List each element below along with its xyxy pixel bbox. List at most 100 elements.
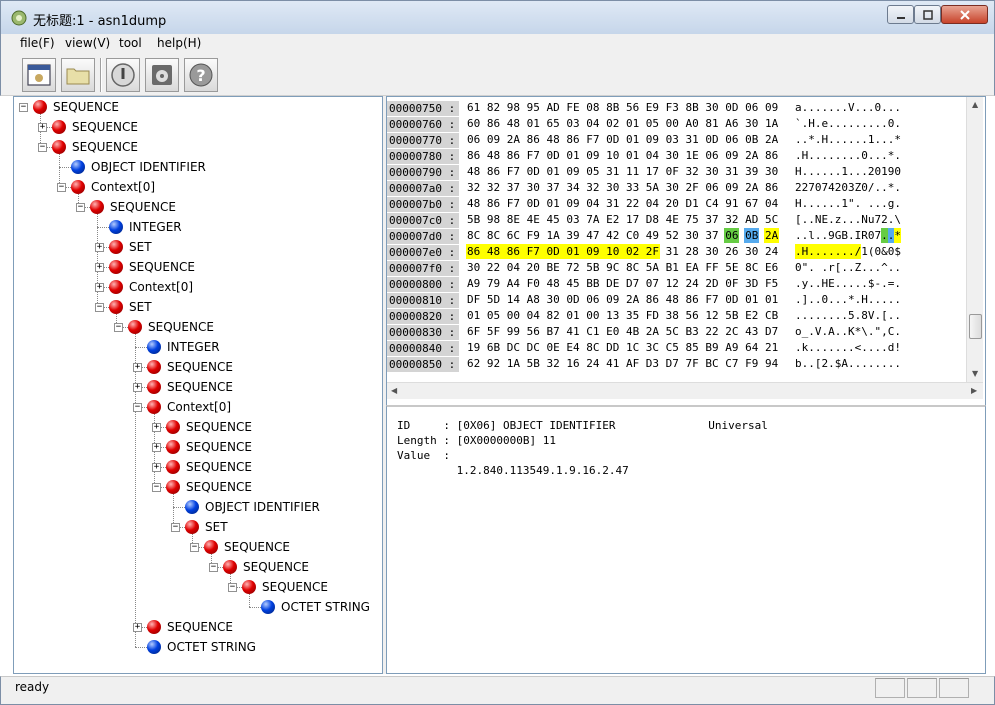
hex-row[interactable]: 00000770 : 06 09 2A 86 48 86 F7 0D 01 09 …	[387, 132, 967, 148]
hex-bytes[interactable]: 32 32 37 30 37 34 32 30 33 5A 30 2F 06 0…	[467, 180, 778, 196]
hex-ascii[interactable]: .k.......<....d!	[795, 340, 901, 356]
menu-help[interactable]: help(H)	[157, 36, 201, 50]
hex-bytes[interactable]: 48 86 F7 0D 01 09 05 31 11 17 0F 32 30 3…	[467, 164, 778, 180]
tree-node[interactable]: − Context[0]	[57, 177, 155, 197]
hex-bytes[interactable]: DF 5D 14 A8 30 0D 06 09 2A 86 48 86 F7 0…	[467, 292, 778, 308]
hex-ascii[interactable]: .H........0...*.	[795, 148, 901, 164]
expand-icon[interactable]: +	[95, 282, 104, 292]
hex-bytes[interactable]: 6F 5F 99 56 B7 41 C1 E0 4B 2A 5C B3 22 2…	[467, 324, 778, 340]
minimize-button[interactable]	[887, 5, 914, 24]
tree-node[interactable]: − Context[0]	[133, 397, 231, 417]
tree-node[interactable]: − SEQUENCE	[76, 197, 176, 217]
menu-file[interactable]: file(F)	[20, 36, 55, 50]
tree-node[interactable]: + SEQUENCE	[95, 257, 195, 277]
scroll-down-icon[interactable]: ▼	[972, 369, 978, 378]
hex-ascii[interactable]: H......1...20190	[795, 164, 901, 180]
hex-ascii[interactable]: .y..HE.....$-.=.	[795, 276, 901, 292]
hex-bytes[interactable]: 61 82 98 95 AD FE 08 8B 56 E9 F3 8B 30 0…	[467, 100, 778, 116]
tree-node[interactable]: − SEQUENCE	[19, 97, 119, 117]
tree-node[interactable]: + SEQUENCE	[38, 117, 138, 137]
expand-icon[interactable]: +	[152, 462, 161, 472]
expand-icon[interactable]: +	[38, 122, 47, 132]
tree-node[interactable]: + Context[0]	[95, 277, 193, 297]
tree-node[interactable]: INTEGER	[133, 337, 220, 357]
expand-icon[interactable]: +	[133, 382, 142, 392]
help-button[interactable]: ?	[184, 58, 218, 92]
hex-bytes[interactable]: 19 6B DC DC 0E E4 8C DD 1C 3C C5 85 B9 A…	[467, 340, 778, 356]
collapse-icon[interactable]: −	[19, 102, 28, 112]
hex-ascii[interactable]: 227074203Z0/..*.	[795, 180, 901, 196]
collapse-icon[interactable]: −	[76, 202, 85, 212]
tree-node[interactable]: + SEQUENCE	[133, 357, 233, 377]
collapse-icon[interactable]: −	[133, 402, 142, 412]
hex-bytes[interactable]: A9 79 A4 F0 48 45 BB DE D7 07 12 24 2D 0…	[467, 276, 778, 292]
expand-icon[interactable]: +	[133, 622, 142, 632]
scroll-up-icon[interactable]: ▲	[972, 100, 978, 109]
hex-row[interactable]: 00000840 : 19 6B DC DC 0E E4 8C DD 1C 3C …	[387, 340, 967, 356]
hex-row[interactable]: 00000820 : 01 05 00 04 82 01 00 13 35 FD …	[387, 308, 967, 324]
tree-node[interactable]: + SEQUENCE	[133, 377, 233, 397]
tree-node[interactable]: OBJECT IDENTIFIER	[57, 157, 206, 177]
tree-node[interactable]: − SEQUENCE	[114, 317, 214, 337]
hex-row[interactable]: 000007f0 : 30 22 04 20 BE 72 5B 9C 8C 5A …	[387, 260, 967, 276]
hex-row[interactable]: 00000810 : DF 5D 14 A8 30 0D 06 09 2A 86 …	[387, 292, 967, 308]
hex-row[interactable]: 00000760 : 60 86 48 01 65 03 04 02 01 05 …	[387, 116, 967, 132]
hex-bytes[interactable]: 86 48 86 F7 0D 01 09 10 01 04 30 1E 06 0…	[467, 148, 778, 164]
scroll-right-icon[interactable]: ▶	[971, 386, 977, 395]
tree-node[interactable]: − SEQUENCE	[38, 137, 138, 157]
hex-bytes[interactable]: 06 09 2A 86 48 86 F7 0D 01 09 03 31 0D 0…	[467, 132, 778, 148]
hex-bytes[interactable]: 60 86 48 01 65 03 04 02 01 05 00 A0 81 A…	[467, 116, 778, 132]
hex-view[interactable]: 00000750 : 61 82 98 95 AD FE 08 8B 56 E9 …	[386, 96, 986, 405]
collapse-icon[interactable]: −	[190, 542, 199, 552]
collapse-icon[interactable]: −	[209, 562, 218, 572]
collapse-icon[interactable]: −	[152, 482, 161, 492]
tree-node[interactable]: + SEQUENCE	[133, 617, 233, 637]
tree-node[interactable]: − SEQUENCE	[209, 557, 309, 577]
hex-ascii[interactable]: ..*.H......1...*	[795, 132, 901, 148]
tree-node[interactable]: + SEQUENCE	[152, 417, 252, 437]
expand-icon[interactable]: +	[95, 262, 104, 272]
maximize-button[interactable]	[914, 5, 941, 24]
tree-node[interactable]: − SEQUENCE	[228, 577, 328, 597]
hex-row[interactable]: 00000780 : 86 48 86 F7 0D 01 09 10 01 04 …	[387, 148, 967, 164]
hex-horizontal-scrollbar[interactable]: ◀ ▶	[387, 382, 983, 399]
hex-ascii[interactable]: .]..0...*.H.....	[795, 292, 901, 308]
collapse-icon[interactable]: −	[57, 182, 66, 192]
collapse-icon[interactable]: −	[114, 322, 123, 332]
disk-button[interactable]	[145, 58, 179, 92]
tree-node[interactable]: − SET	[95, 297, 152, 317]
hex-row[interactable]: 000007b0 : 48 86 F7 0D 01 09 04 31 22 04 …	[387, 196, 967, 212]
view-button[interactable]	[22, 58, 56, 92]
hex-row[interactable]: 000007d0 : 8C 8C 6C F9 1A 39 47 42 C0 49 …	[387, 228, 967, 244]
menu-view[interactable]: view(V)	[65, 36, 110, 50]
hex-row[interactable]: 00000790 : 48 86 F7 0D 01 09 05 31 11 17 …	[387, 164, 967, 180]
hex-ascii[interactable]: .H......./1(0&0$	[795, 244, 901, 260]
hex-bytes[interactable]: 62 92 1A 5B 32 16 24 41 AF D3 D7 7F BC C…	[467, 356, 778, 372]
expand-icon[interactable]: +	[95, 242, 104, 252]
collapse-icon[interactable]: −	[38, 142, 47, 152]
power-button[interactable]	[106, 58, 140, 92]
hex-ascii[interactable]: H......1". ...g.	[795, 196, 901, 212]
hex-row[interactable]: 000007c0 : 5B 98 8E 4E 45 03 7A E2 17 D8 …	[387, 212, 967, 228]
tree-node[interactable]: − SEQUENCE	[152, 477, 252, 497]
hex-ascii[interactable]: ..l..9GB.IR07..*	[795, 228, 901, 244]
collapse-icon[interactable]: −	[171, 522, 180, 532]
hex-ascii[interactable]: `.H.e.........0.	[795, 116, 901, 132]
tree-node[interactable]: + SEQUENCE	[152, 457, 252, 477]
hex-ascii[interactable]: ........5.8V.[..	[795, 308, 901, 324]
hex-bytes[interactable]: 30 22 04 20 BE 72 5B 9C 8C 5A B1 EA FF 5…	[467, 260, 778, 276]
tree-node[interactable]: OCTET STRING	[247, 597, 370, 617]
hex-row[interactable]: 00000830 : 6F 5F 99 56 B7 41 C1 E0 4B 2A …	[387, 324, 967, 340]
hex-bytes[interactable]: 01 05 00 04 82 01 00 13 35 FD 38 56 12 5…	[467, 308, 778, 324]
scroll-thumb[interactable]	[969, 314, 982, 339]
tree-node[interactable]: OCTET STRING	[133, 637, 256, 657]
tree-node[interactable]: + SEQUENCE	[152, 437, 252, 457]
hex-row[interactable]: 00000800 : A9 79 A4 F0 48 45 BB DE D7 07 …	[387, 276, 967, 292]
hex-ascii[interactable]: [..NE.z...Nu72.\	[795, 212, 901, 228]
hex-ascii[interactable]: 0". .r[..Z...^..	[795, 260, 901, 276]
hex-bytes[interactable]: 8C 8C 6C F9 1A 39 47 42 C0 49 52 30 37 0…	[467, 228, 778, 244]
asn1-tree[interactable]: − SEQUENCE + SEQUENCE − SEQUENCE OBJECT IDENTI…	[13, 96, 383, 674]
menu-tool[interactable]: tool	[119, 36, 142, 50]
hex-row[interactable]: 000007e0 : 86 48 86 F7 0D 01 09 10 02 2F …	[387, 244, 967, 260]
hex-row[interactable]: 00000850 : 62 92 1A 5B 32 16 24 41 AF D3 …	[387, 356, 967, 372]
